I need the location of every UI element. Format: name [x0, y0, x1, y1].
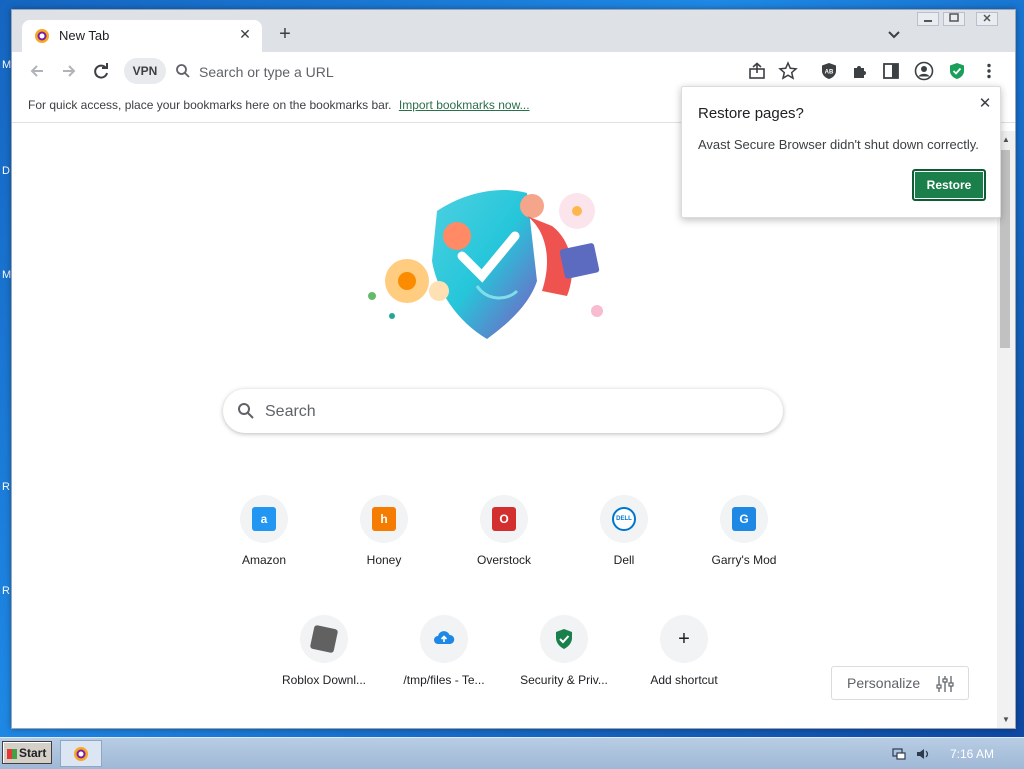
- shortcut-tile-overstock[interactable]: O Overstock: [448, 485, 560, 581]
- shortcut-tile-tmp-files[interactable]: /tmp/files - Te...: [388, 605, 500, 701]
- avast-browser-icon: [35, 29, 49, 43]
- volume-icon[interactable]: [915, 746, 931, 762]
- dell-icon: DELL: [612, 507, 636, 531]
- desktop-icon-label: M: [2, 269, 12, 281]
- shortcut-label: Add shortcut: [650, 673, 718, 687]
- taskbar: Start 7:16 AM: [0, 737, 1024, 769]
- bookmarks-bar-hint: For quick access, place your bookmarks h…: [28, 98, 530, 112]
- forward-icon[interactable]: [58, 60, 80, 82]
- tab-new-tab[interactable]: New Tab ✕: [22, 20, 262, 52]
- shortcut-icon-container: h: [360, 495, 408, 543]
- share-icon[interactable]: [747, 61, 767, 81]
- reload-icon[interactable]: [90, 60, 112, 82]
- extensions-icon[interactable]: [850, 61, 870, 81]
- shortcut-label: Dell: [613, 553, 635, 567]
- desktop-icon-label: D: [2, 165, 10, 177]
- tab-close-icon[interactable]: ✕: [236, 25, 254, 43]
- roblox-icon: [309, 624, 339, 654]
- taskbar-browser-app[interactable]: [60, 740, 102, 767]
- shortcut-label: Security & Priv...: [520, 673, 608, 687]
- bookmarks-hint-text: For quick access, place your bookmarks h…: [28, 98, 392, 112]
- shortcut-tile-roblox[interactable]: Roblox Downl...: [268, 605, 380, 701]
- desktop-icon-label: R: [2, 585, 10, 597]
- personalize-label: Personalize: [847, 675, 921, 691]
- shortcut-icon-container: a: [240, 495, 288, 543]
- dialog-message: Avast Secure Browser didn't shut down co…: [698, 137, 979, 152]
- tab-title: New Tab: [59, 28, 110, 43]
- shortcut-tile-amazon[interactable]: a Amazon: [208, 485, 320, 581]
- star-icon[interactable]: [778, 61, 798, 81]
- shortcut-tile-dell[interactable]: DELL Dell: [568, 485, 680, 581]
- new-tab-button[interactable]: +: [274, 24, 296, 46]
- shortcut-tile-garrys-mod[interactable]: G Garry's Mod: [688, 485, 800, 581]
- add-shortcut-button[interactable]: + Add shortcut: [628, 605, 740, 701]
- shortcut-icon-container: +: [660, 615, 708, 663]
- profile-icon[interactable]: [914, 61, 934, 81]
- amazon-icon: a: [252, 507, 276, 531]
- avast-shield-icon[interactable]: [947, 61, 967, 81]
- scroll-up-icon[interactable]: ▲: [1001, 135, 1011, 145]
- shortcut-tile-honey[interactable]: h Honey: [328, 485, 440, 581]
- windows-flag-icon: [7, 748, 17, 759]
- restore-button[interactable]: Restore: [912, 169, 986, 201]
- shortcut-icon-container: O: [480, 495, 528, 543]
- overstock-icon: O: [492, 507, 516, 531]
- search-icon: [176, 64, 190, 78]
- close-window-button[interactable]: [976, 12, 998, 26]
- shield-icon: [556, 629, 572, 649]
- newtab-search-box[interactable]: [223, 389, 783, 433]
- shortcut-label: Overstock: [476, 553, 531, 567]
- security-illustration: [368, 190, 603, 339]
- vpn-button[interactable]: VPN: [124, 58, 166, 84]
- menu-icon[interactable]: [979, 61, 999, 81]
- dialog-title: Restore pages?: [698, 105, 804, 122]
- newtab-search-input[interactable]: [263, 400, 767, 424]
- shortcut-label: Garry's Mod: [711, 553, 777, 567]
- shortcut-icon-container: G: [720, 495, 768, 543]
- shortcut-label: Amazon: [241, 553, 287, 567]
- svg-text:AB: AB: [825, 70, 834, 76]
- shortcut-icon-container: DELL: [600, 495, 648, 543]
- address-bar-input[interactable]: [197, 60, 721, 84]
- shortcut-icon-container: [420, 615, 468, 663]
- avast-browser-icon: [74, 747, 88, 761]
- adblock-icon[interactable]: AB: [819, 61, 839, 81]
- start-button[interactable]: Start: [2, 741, 52, 764]
- sliders-icon: [936, 676, 954, 692]
- back-icon[interactable]: [26, 60, 48, 82]
- scroll-down-icon[interactable]: ▼: [1001, 715, 1011, 725]
- tab-strip: New Tab ✕ +: [12, 10, 1015, 52]
- browser-window: New Tab ✕ + VPN Search or type a URL AB …: [11, 9, 1016, 729]
- side-panel-icon[interactable]: [881, 61, 901, 81]
- personalize-button[interactable]: Personalize: [831, 666, 969, 700]
- search-icon: [238, 403, 254, 419]
- honey-icon: h: [372, 507, 396, 531]
- shortcut-label: /tmp/files - Te...: [403, 673, 485, 687]
- shortcut-label: Roblox Downl...: [281, 673, 367, 687]
- import-bookmarks-link[interactable]: Import bookmarks now...: [399, 98, 530, 112]
- shortcut-label: Honey: [366, 553, 402, 567]
- garrys-mod-icon: G: [732, 507, 756, 531]
- browser-toolbar: VPN AB: [12, 52, 1015, 90]
- taskbar-clock: 7:16 AM: [950, 747, 995, 761]
- cloud-upload-icon: [434, 631, 455, 644]
- plus-icon: +: [678, 628, 690, 650]
- scrollbar-thumb[interactable]: [1000, 150, 1010, 348]
- restore-pages-dialog: Restore pages? ✕ Avast Secure Browser di…: [681, 86, 1001, 218]
- page-scrollbar[interactable]: ▲ ▼: [997, 131, 1015, 728]
- desktop-icon-label: M: [2, 59, 12, 71]
- minimize-button[interactable]: [917, 12, 939, 26]
- shortcut-tile-security-privacy[interactable]: Security & Priv...: [508, 605, 620, 701]
- start-label: Start: [19, 746, 47, 760]
- shortcut-icon-container: [540, 615, 588, 663]
- network-icon[interactable]: [891, 746, 907, 762]
- maximize-button[interactable]: [943, 12, 965, 26]
- tab-search-chevron-icon[interactable]: [885, 25, 903, 43]
- close-icon[interactable]: ✕: [976, 95, 994, 113]
- desktop-icon-label: R: [2, 481, 10, 493]
- shortcut-icon-container: [300, 615, 348, 663]
